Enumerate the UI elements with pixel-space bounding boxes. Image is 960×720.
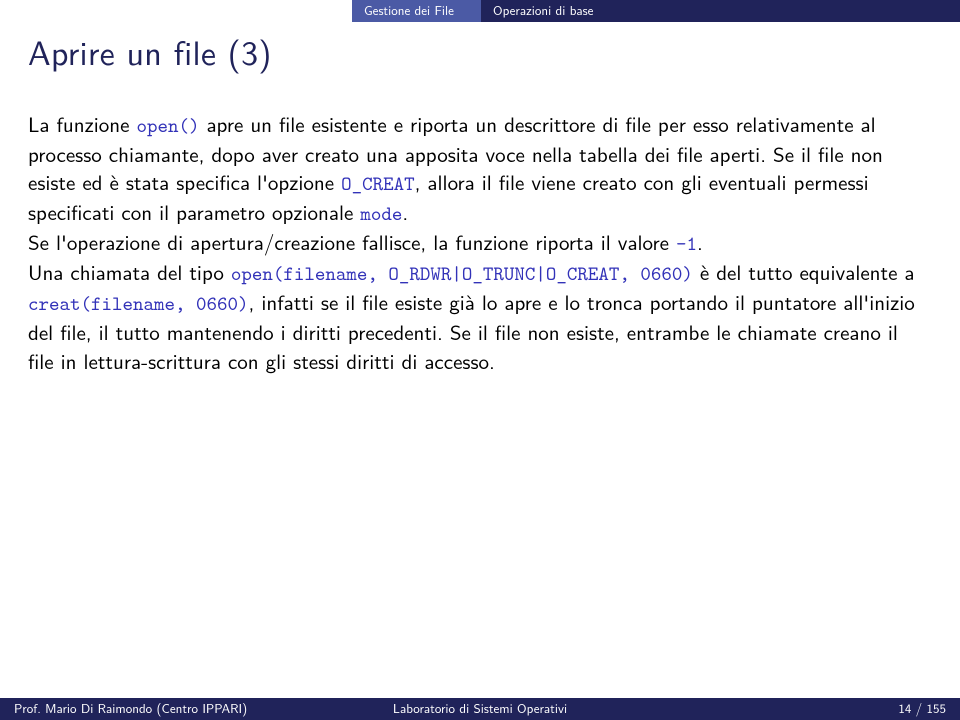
code-o-creat: O_CREAT: [341, 171, 415, 197]
footer-page: 14 / 155: [898, 698, 946, 720]
nav-subsection[interactable]: Operazioni di base: [481, 0, 960, 22]
code-open: open(): [136, 113, 199, 139]
footer-bar: Prof. Mario Di Raimondo (Centro IPPARI) …: [0, 698, 960, 720]
text: .: [402, 197, 408, 227]
nav-spacer: [0, 0, 352, 22]
code-mode: mode: [360, 201, 402, 227]
footer-author: Prof. Mario Di Raimondo (Centro IPPARI): [14, 698, 247, 720]
code-neg1: -1: [676, 231, 697, 257]
nav-bar: Gestione dei File Operazioni di base: [0, 0, 960, 22]
text: è del tutto equivalente a: [693, 257, 915, 287]
code-creat-call: creat(filename, 0660): [28, 291, 249, 317]
slide-body: La funzione open() apre un file esistent…: [28, 110, 930, 375]
text: Una chiamata del tipo: [28, 257, 231, 287]
text: Se l'operazione di apertura/creazione fa…: [28, 227, 676, 257]
text: .: [697, 227, 703, 257]
text: La funzione: [28, 109, 136, 139]
nav-section[interactable]: Gestione dei File: [352, 0, 481, 22]
code-open-call: open(filename, O_RDWR|O_TRUNC|O_CREAT, 0…: [231, 261, 693, 287]
